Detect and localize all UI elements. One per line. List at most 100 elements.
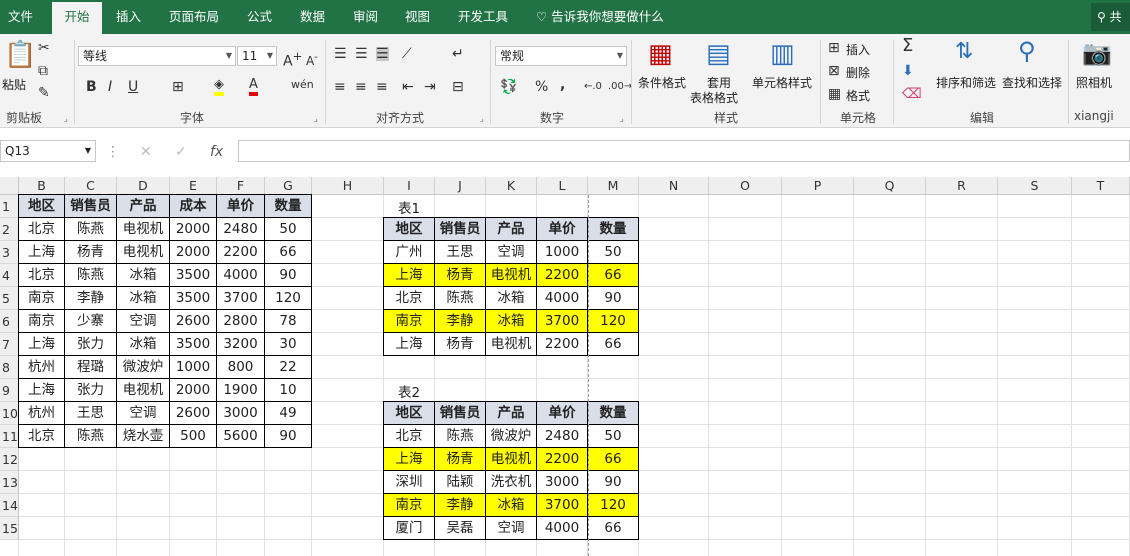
- copy-icon[interactable]: ⧉: [38, 64, 48, 78]
- conditional-format-button[interactable]: 条件格式: [638, 74, 686, 91]
- row-header-15[interactable]: 15: [0, 517, 19, 540]
- main-table-cell[interactable]: 10: [265, 379, 312, 402]
- table1-cell[interactable]: 广州: [384, 241, 435, 264]
- table2-header-cell[interactable]: 单价: [537, 402, 588, 425]
- main-table-cell[interactable]: 空调: [117, 310, 170, 333]
- main-table-cell[interactable]: 上海: [19, 333, 65, 356]
- main-table-cell[interactable]: 90: [265, 425, 312, 448]
- column-header-s[interactable]: S: [998, 177, 1072, 195]
- column-header-g[interactable]: G: [265, 177, 312, 195]
- align-top-icon[interactable]: ☰: [334, 47, 347, 61]
- main-table-cell[interactable]: 800: [217, 356, 265, 379]
- format-cells-button[interactable]: 格式: [846, 87, 870, 104]
- column-header-n[interactable]: N: [639, 177, 709, 195]
- camera-icon[interactable]: 📷: [1082, 40, 1112, 66]
- table2-cell[interactable]: 66: [588, 517, 639, 540]
- main-table-cell[interactable]: 30: [265, 333, 312, 356]
- main-table-cell[interactable]: 北京: [19, 425, 65, 448]
- table2-cell[interactable]: 洗衣机: [486, 471, 537, 494]
- table-format-icon[interactable]: ▤: [706, 40, 731, 68]
- align-center-icon[interactable]: ≡: [355, 80, 367, 94]
- table2-cell[interactable]: 90: [588, 471, 639, 494]
- camera-button[interactable]: 照相机: [1076, 74, 1112, 91]
- number-format-combo[interactable]: 常规 ▼: [495, 46, 627, 66]
- format-painter-icon[interactable]: ✎: [38, 86, 50, 100]
- table2-cell[interactable]: 2200: [537, 448, 588, 471]
- tab-developer[interactable]: 开发工具: [458, 0, 508, 34]
- main-table-cell[interactable]: 2000: [170, 218, 217, 241]
- table2-cell[interactable]: 吴磊: [435, 517, 486, 540]
- column-header-b[interactable]: B: [19, 177, 65, 195]
- italic-icon[interactable]: I: [108, 80, 112, 94]
- table1-cell[interactable]: 50: [588, 241, 639, 264]
- format-cells-icon[interactable]: ▦: [828, 87, 841, 101]
- main-table-cell[interactable]: 66: [265, 241, 312, 264]
- tab-view[interactable]: 视图: [405, 0, 430, 34]
- table2-cell[interactable]: 空调: [486, 517, 537, 540]
- tab-page-layout[interactable]: 页面布局: [169, 0, 219, 34]
- column-header-r[interactable]: R: [926, 177, 998, 195]
- insert-function-icon[interactable]: fx: [210, 145, 223, 159]
- table1-cell[interactable]: 66: [588, 264, 639, 287]
- main-table-cell[interactable]: 张力: [65, 379, 117, 402]
- row-header-7[interactable]: 7: [0, 333, 19, 356]
- main-table-cell[interactable]: 50: [265, 218, 312, 241]
- find-select-icon[interactable]: ⚲: [1018, 38, 1036, 64]
- insert-cells-icon[interactable]: ⊞: [828, 41, 840, 55]
- main-table-cell[interactable]: 北京: [19, 218, 65, 241]
- row-header-2[interactable]: 2: [0, 218, 19, 241]
- main-table-cell[interactable]: 陈燕: [65, 425, 117, 448]
- main-table-cell[interactable]: 少寨: [65, 310, 117, 333]
- format-as-table-label2[interactable]: 表格格式: [690, 89, 738, 106]
- sort-filter-button[interactable]: 排序和筛选: [936, 74, 996, 91]
- underline-icon[interactable]: U: [128, 80, 138, 94]
- table2-cell[interactable]: 陈燕: [435, 425, 486, 448]
- tell-me-box[interactable]: ♡ 告诉我你想要做什么: [536, 0, 664, 34]
- table1-cell[interactable]: 2200: [537, 264, 588, 287]
- main-table-header-cell[interactable]: 产品: [117, 195, 170, 218]
- main-table-cell[interactable]: 1000: [170, 356, 217, 379]
- paste-icon[interactable]: 📋: [4, 42, 36, 68]
- select-all-corner[interactable]: [0, 177, 19, 195]
- table2-cell[interactable]: 杨青: [435, 448, 486, 471]
- table1-cell[interactable]: 冰箱: [486, 287, 537, 310]
- main-table-cell[interactable]: 78: [265, 310, 312, 333]
- font-launcher-icon[interactable]: ⌟: [314, 114, 318, 123]
- column-header-l[interactable]: L: [537, 177, 588, 195]
- clear-icon[interactable]: ⌫: [902, 87, 922, 101]
- column-header-i[interactable]: I: [384, 177, 435, 195]
- main-table-cell[interactable]: 4000: [217, 264, 265, 287]
- main-table-cell[interactable]: 空调: [117, 402, 170, 425]
- row-header-10[interactable]: 10: [0, 402, 19, 425]
- table2-header-cell[interactable]: 销售员: [435, 402, 486, 425]
- column-header-c[interactable]: C: [65, 177, 117, 195]
- autosum-icon[interactable]: Σ: [902, 37, 913, 55]
- table1-header-cell[interactable]: 地区: [384, 218, 435, 241]
- percent-icon[interactable]: %: [535, 80, 548, 94]
- main-table-cell[interactable]: 3000: [217, 402, 265, 425]
- tab-insert[interactable]: 插入: [116, 0, 141, 34]
- table2-header-cell[interactable]: 产品: [486, 402, 537, 425]
- row-header-14[interactable]: 14: [0, 494, 19, 517]
- main-table-cell[interactable]: 陈燕: [65, 218, 117, 241]
- table2-cell[interactable]: 深圳: [384, 471, 435, 494]
- main-table-cell[interactable]: 电视机: [117, 379, 170, 402]
- table1-cell[interactable]: 4000: [537, 287, 588, 310]
- align-left-icon[interactable]: ≡: [334, 80, 346, 94]
- decrease-indent-icon[interactable]: ⇤: [402, 80, 414, 94]
- table1-cell[interactable]: 杨青: [435, 333, 486, 356]
- tab-data[interactable]: 数据: [300, 0, 325, 34]
- delete-cells-icon[interactable]: ⊠: [828, 64, 840, 78]
- table2-cell[interactable]: 上海: [384, 448, 435, 471]
- column-header-t[interactable]: T: [1072, 177, 1130, 195]
- table1-cell[interactable]: 电视机: [486, 333, 537, 356]
- phonetic-icon[interactable]: wén: [291, 78, 314, 92]
- table1-cell[interactable]: 空调: [486, 241, 537, 264]
- fill-icon[interactable]: ⬇: [902, 64, 914, 78]
- main-table-cell[interactable]: 2000: [170, 241, 217, 264]
- main-table-cell[interactable]: 杭州: [19, 356, 65, 379]
- main-table-cell[interactable]: 2600: [170, 310, 217, 333]
- merge-center-icon[interactable]: ⊟: [452, 80, 464, 94]
- main-table-cell[interactable]: 1900: [217, 379, 265, 402]
- table1-cell[interactable]: 上海: [384, 264, 435, 287]
